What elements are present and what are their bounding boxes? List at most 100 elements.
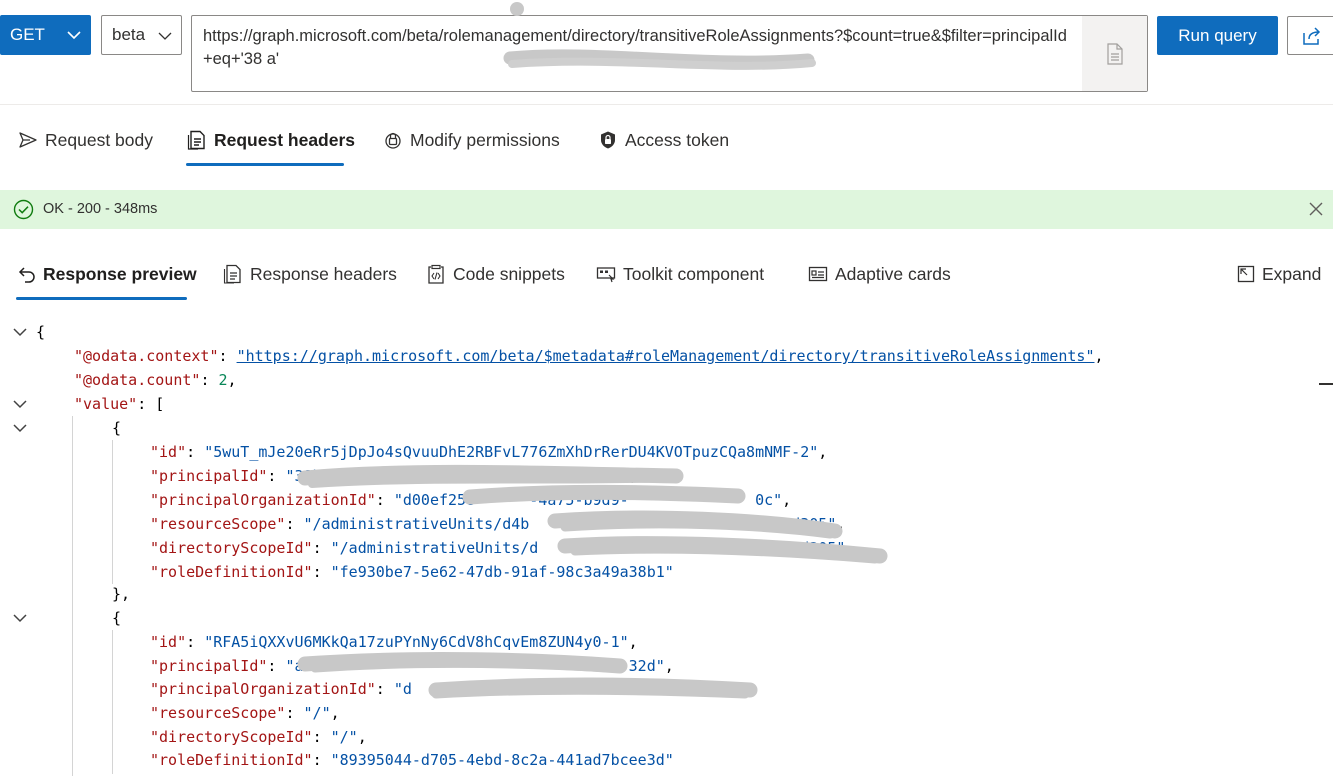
json-line: "@odata.count": 2, [74,371,237,389]
share-button[interactable] [1287,16,1333,55]
json-key: "@odata.count" [74,371,201,389]
http-method-dropdown[interactable]: GET [0,15,91,55]
tab-label: Response headers [250,263,397,284]
json-string-value: "fe930be7-5e62-47db-91af-98c3a49a38b1" [330,563,674,581]
indent-guide [112,440,113,584]
active-tab-indicator [186,163,344,166]
fold-chevron-icon[interactable] [12,421,28,435]
json-line: "principalOrganizationId": "d -1b2 0c", [150,680,747,698]
document-icon [1106,42,1123,65]
json-key: "principalOrganizationId" [150,680,376,698]
json-key: "principalId" [150,657,268,675]
json-line: "resourceScope": "/administrativeUnits/d… [150,515,846,533]
success-check-icon [13,199,34,220]
close-icon[interactable] [1308,201,1324,217]
tab-adaptive-cards[interactable]: Adaptive cards [808,254,951,294]
tab-toolkit-component[interactable]: Toolkit component [596,254,764,294]
json-string-value: "/" [330,728,358,746]
share-icon [1303,26,1321,45]
tab-code-snippets[interactable]: Code snippets [426,254,565,294]
indent-guide [112,630,113,774]
query-url-text: https://graph.microsoft.com/beta/roleman… [203,27,1067,68]
tab-response-preview[interactable]: Response preview [18,254,197,294]
lock-icon [385,132,401,149]
json-key: "resourceScope" [150,704,286,722]
tab-label: Adaptive cards [835,263,951,284]
json-string-value: "5wuT_mJe20eRr5jDpJo4sQvuuDhE2RBFvL776Zm… [204,443,819,461]
expand-button[interactable]: Expand [1237,254,1321,294]
tab-label: Response preview [43,263,197,284]
json-line: "id": "RFA5iQXXvU6MKkQa17zuPYnNy6CdV8hCq… [150,633,638,651]
query-url-input[interactable]: https://graph.microsoft.com/beta/roleman… [191,15,1148,92]
json-key: "directoryScopeId" [150,728,313,746]
tab-request-body[interactable]: Request body [18,120,153,160]
tab-response-headers[interactable]: Response headers [223,254,397,294]
json-key: "directoryScopeId" [150,539,313,557]
chevron-down-icon [158,32,172,40]
json-line: "id": "5wuT_mJe20eRr5jDpJo4sQvuuDhE2RBFv… [150,443,828,461]
json-line: }, [112,585,131,603]
json-line: { [112,609,122,627]
json-string-value: "/administrativeUnits/d4b e98d305" [303,515,837,533]
api-version-label: beta [112,25,146,44]
json-string-value: "/administrativeUnits/d e98d305" [330,539,846,557]
json-key: "value" [74,395,138,413]
send-icon [19,132,37,148]
expand-label: Expand [1262,263,1322,284]
tab-label: Modify permissions [410,129,560,150]
json-string-value: "89395044-d705-4ebd-8c2a-441ad7bcee3d" [330,751,674,769]
json-string-value: "a0 32d" [285,657,665,675]
card-icon [808,266,828,282]
tab-label: Access token [625,129,730,150]
json-line: "principalId": "a0 32d", [150,657,674,675]
json-string-value: "d -1b2 0c" [393,680,738,698]
json-line: "value": [ [74,395,165,413]
tab-label: Toolkit component [623,263,765,284]
tab-label: Request headers [214,129,356,150]
fold-chevron-icon[interactable] [12,397,28,411]
json-line: "roleDefinitionId": "fe930be7-5e62-47db-… [150,563,674,581]
json-line: "roleDefinitionId": "89395044-d705-4ebd-… [150,751,674,769]
json-line: { [112,419,122,437]
code-clipboard-icon [428,264,444,284]
json-line: "resourceScope": "/", [150,704,340,722]
tab-modify-permissions[interactable]: Modify permissions [383,120,560,160]
tab-request-headers[interactable]: Request headers [187,120,355,160]
fold-chevron-icon[interactable] [12,325,28,339]
json-key: "resourceScope" [150,515,286,533]
tab-access-token[interactable]: Access token [598,120,729,160]
json-line: "principalId": "38b8ee0b-d044-4510-b4ea-… [150,467,638,485]
scrollbar-thumb[interactable] [1319,383,1333,385]
json-string-value: "RFA5iQXXvU6MKkQa17zuPYnNy6CdV8hCqvEm8ZU… [204,633,629,651]
json-key: "id" [150,633,187,651]
expand-icon [1237,265,1255,283]
json-key: "principalOrganizationId" [150,491,376,509]
json-key: "roleDefinitionId" [150,751,313,769]
document-headers-icon [187,130,205,150]
json-string-value: "d00ef258- -4a75-b9d9- 0c" [393,491,783,509]
json-string-value: "/" [303,704,331,722]
indent-guide [72,416,73,776]
toolkit-icon [596,267,616,283]
json-string-value: "38b8ee0b-d044-4510-b4ea-fbe00007843a" [285,467,629,485]
chevron-down-icon [67,31,81,40]
tab-label: Request body [45,129,153,150]
json-line: { [36,323,46,341]
tab-label: Code snippets [453,263,565,284]
json-number-value: 2 [218,371,228,389]
active-tab-indicator [16,297,187,300]
json-key: "@odata.context" [74,347,219,365]
json-line: "principalOrganizationId": "d00ef258- -4… [150,491,792,509]
status-message: OK - 200 - 348ms [43,201,158,217]
json-key: "roleDefinitionId" [150,563,313,581]
json-line: "directoryScopeId": "/", [150,728,367,746]
json-line: "@odata.context": "https://graph.microso… [74,347,1104,365]
api-version-dropdown[interactable]: beta [101,15,182,55]
json-link-value[interactable]: "https://graph.microsoft.com/beta/$metad… [237,347,1095,365]
undo-arrow-icon [18,267,35,283]
fold-chevron-icon[interactable] [12,611,28,625]
status-bar: OK - 200 - 348ms [0,190,1333,229]
run-query-button[interactable]: Run query [1157,16,1278,55]
document-headers-icon [223,264,241,284]
url-side-panel[interactable] [1082,16,1147,91]
